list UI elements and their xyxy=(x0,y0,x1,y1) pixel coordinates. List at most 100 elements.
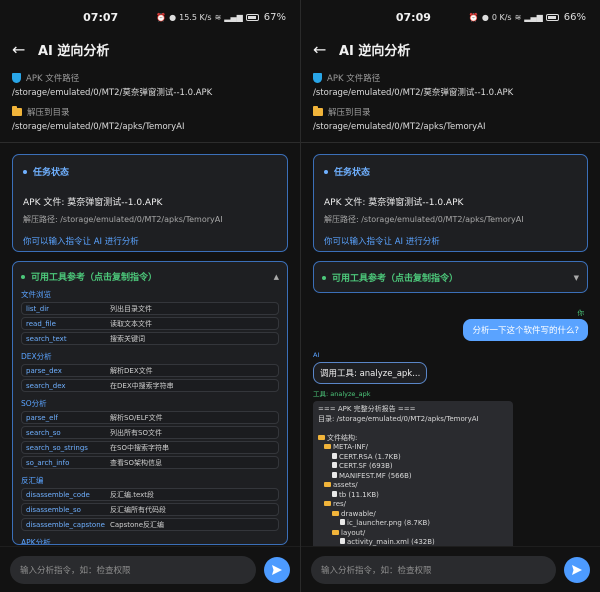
bullet-icon xyxy=(21,274,25,279)
tools-card[interactable]: 可用工具参考（点击复制指令） ▼ xyxy=(313,261,588,293)
tool-name: parse_dex xyxy=(26,366,62,375)
tool-desc: Capstone反汇编 xyxy=(110,520,165,529)
report-text: tb (11.1KB) xyxy=(339,490,379,499)
task-hint: 你可以输入指令让 AI 进行分析 xyxy=(324,237,440,247)
tool-row-search-so[interactable]: search_so 列出所有SO文件 xyxy=(21,426,279,439)
task-status-title: 任务状态 xyxy=(334,168,371,178)
command-input[interactable]: 输入分析指令，如：检查权限 xyxy=(10,555,256,584)
folder-icon xyxy=(313,106,323,116)
tool-row-disassemble-so[interactable]: disassemble_so 反汇编所有代码段 xyxy=(21,503,279,516)
tool-row-search-so-strings[interactable]: search_so_strings 在SO中搜索字符串 xyxy=(21,441,279,454)
divider xyxy=(0,142,300,143)
tool-name: search_so xyxy=(26,428,61,437)
apk-path-label-row: APK 文件路径 xyxy=(12,72,288,84)
tool-name: disassemble_code xyxy=(26,490,90,499)
tool-row-parse-dex[interactable]: parse_dex 解析DEX文件 xyxy=(21,364,279,377)
tools-card[interactable]: 可用工具参考（点击复制指令） ▲ 文件浏览 list_dir 列出目录文件 read_… xyxy=(12,261,288,545)
tool-desc: 搜索关键词 xyxy=(110,334,145,343)
report-text: CERT.RSA (1.7KB) xyxy=(339,452,401,461)
report-line: res/ xyxy=(318,500,508,510)
dir-path-value: /storage/emulated/0/MT2/apks/TemoryAI xyxy=(12,122,185,132)
net-speed: 0 K/s xyxy=(491,12,512,22)
signal-icon: ▂▄▆ xyxy=(224,12,243,22)
net-speed: 15.5 K/s xyxy=(179,12,212,22)
tool-row-disassemble-code[interactable]: disassemble_code 反汇编.text段 xyxy=(21,488,279,501)
tools-header[interactable]: 可用工具参考（点击复制指令） ▲ xyxy=(21,270,279,283)
tool-row-read-file[interactable]: read_file 读取文本文件 xyxy=(21,317,279,330)
battery-icon xyxy=(245,13,259,21)
tools-title: 可用工具参考（点击复制指令） xyxy=(332,274,459,284)
page-title: AI 逆向分析 xyxy=(38,43,110,59)
shield-icon xyxy=(12,73,21,83)
back-arrow-icon[interactable]: ← xyxy=(313,40,335,59)
send-icon xyxy=(272,564,282,575)
screens: 07:07 ⏰ ● 15.5 K/s ≋ ▂▄▆ 67% ← AI 逆向分析 A… xyxy=(0,0,600,592)
tool-desc: 列出目录文件 xyxy=(110,304,152,313)
status-icons: ⏰ ● 15.5 K/s ≋ ▂▄▆ 67% xyxy=(156,12,286,23)
tool-desc: 解析DEX文件 xyxy=(110,366,153,375)
command-input[interactable]: 输入分析指令，如：检查权限 xyxy=(311,555,556,584)
back-arrow-icon[interactable]: ← xyxy=(12,40,34,59)
tool-desc: 读取文本文件 xyxy=(110,319,152,328)
report-text: 目录: /storage/emulated/0/MT2/apks/TemoryA… xyxy=(318,414,479,423)
tool-desc: 解析SO/ELF文件 xyxy=(110,413,163,422)
tool-name: list_dir xyxy=(26,304,50,313)
tools-title: 可用工具参考（点击复制指令） xyxy=(31,273,158,283)
battery-pct: 66% xyxy=(563,11,586,23)
wifi-icon: ≋ xyxy=(214,12,222,22)
wifi-icon: ≋ xyxy=(514,12,522,22)
file-icon xyxy=(340,538,345,544)
task-apk-line: APK 文件: 莫奈弹窗测试--1.0.APK xyxy=(324,198,464,208)
file-icon xyxy=(340,519,345,525)
report-line: MANIFEST.MF (566B) xyxy=(318,471,508,482)
tool-row-search-dex[interactable]: search_dex 在DEX中搜索字符串 xyxy=(21,379,279,392)
input-bar: 输入分析指令，如：检查权限 xyxy=(301,546,600,592)
task-status-card: 任务状态 APK 文件: 莫奈弹窗测试--1.0.APK 解压路径: /stor… xyxy=(313,154,588,252)
folder-icon xyxy=(324,501,331,506)
input-bar: 输入分析指令，如：检查权限 xyxy=(0,546,300,592)
ai-message: AI 调用工具: analyze_apk... 工具: analyze_apk … xyxy=(313,351,600,551)
dir-path-value: /storage/emulated/0/MT2/apks/TemoryAI xyxy=(313,122,486,132)
send-button[interactable] xyxy=(564,556,590,583)
alarm-icon: ⏰ xyxy=(156,12,167,22)
report-line: 文件结构: xyxy=(318,434,508,444)
tool-row-disassemble-capstone[interactable]: disassemble_capstone Capstone反汇编 xyxy=(21,518,279,531)
report-line: drawable/ xyxy=(318,510,508,520)
send-button[interactable] xyxy=(264,556,290,583)
tool-category: APK分析 xyxy=(21,538,51,545)
task-hint: 你可以输入指令让 AI 进行分析 xyxy=(23,237,139,247)
screen-left: 07:07 ⏰ ● 15.5 K/s ≋ ▂▄▆ 67% ← AI 逆向分析 A… xyxy=(0,0,300,592)
task-dir-line: 解压路径: /storage/emulated/0/MT2/apks/Temor… xyxy=(324,215,524,224)
expand-caret-icon[interactable]: ▼ xyxy=(574,274,579,282)
tool-name: parse_elf xyxy=(26,413,58,422)
apk-path-label: APK 文件路径 xyxy=(327,74,381,84)
tools-header[interactable]: 可用工具参考（点击复制指令） ▼ xyxy=(322,271,579,284)
tool-row-list-dir[interactable]: list_dir 列出目录文件 xyxy=(21,302,279,315)
shield-icon xyxy=(313,73,322,83)
screen-right: 07:09 ⏰ ● 0 K/s ≋ ▂▄▆ 66% ← AI 逆向分析 APK … xyxy=(300,0,600,592)
report-text: 文件结构: xyxy=(327,433,358,442)
tool-row-parse-elf[interactable]: parse_elf 解析SO/ELF文件 xyxy=(21,411,279,424)
folder-icon xyxy=(332,529,339,535)
collapse-caret-icon[interactable]: ▲ xyxy=(274,273,279,281)
report-line: CERT.RSA (1.7KB) xyxy=(318,452,508,463)
ai-bubble: 调用工具: analyze_apk... xyxy=(313,362,428,384)
path-info: APK 文件路径 /storage/emulated/0/MT2/莫奈弹窗测试-… xyxy=(0,64,300,134)
report-text: META-INF/ xyxy=(333,443,369,451)
alarm-icon: ⏰ xyxy=(468,12,479,22)
task-status-title: 任务状态 xyxy=(33,168,70,178)
dir-path-label-row: 解压到目录 xyxy=(313,106,588,118)
tool-desc: 列出所有SO文件 xyxy=(110,428,162,437)
folder-icon xyxy=(324,444,331,449)
tool-category: 反汇编 xyxy=(21,476,44,485)
tool-row-search-text[interactable]: search_text 搜索关键词 xyxy=(21,332,279,345)
report-line: META-INF/ xyxy=(318,443,508,453)
app-bar: ← AI 逆向分析 xyxy=(0,34,300,64)
page-title: AI 逆向分析 xyxy=(339,43,411,59)
folder-icon xyxy=(12,106,22,116)
tool-row-so-arch-info[interactable]: so_arch_info 查看SO架构信息 xyxy=(21,456,279,469)
mic-off-icon: ● xyxy=(169,12,177,22)
report-line: assets/ xyxy=(318,481,508,491)
file-icon xyxy=(332,452,337,459)
apk-path-label: APK 文件路径 xyxy=(26,74,80,84)
